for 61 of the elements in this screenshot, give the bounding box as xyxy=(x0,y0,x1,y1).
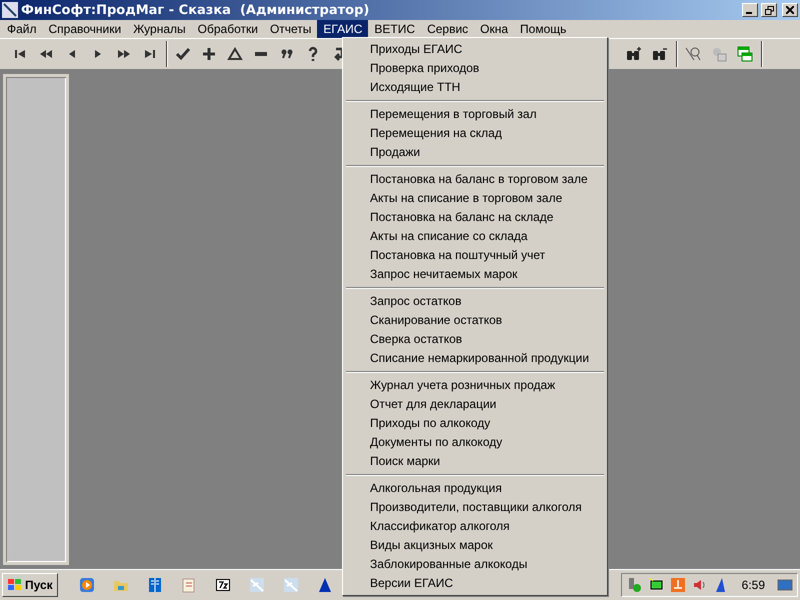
menu-item[interactable]: Продажи xyxy=(344,143,606,162)
menu-item[interactable]: Списание немаркированной продукции xyxy=(344,349,606,368)
menu-item[interactable]: Классификатор алкоголя xyxy=(344,517,606,536)
menu-item[interactable]: Отчеты xyxy=(264,20,318,38)
menu-item[interactable]: Запрос остатков xyxy=(344,292,606,311)
menu-item[interactable]: Алкогольная продукция xyxy=(344,479,606,498)
menu-item[interactable]: Сверка остатков xyxy=(344,330,606,349)
menu-item[interactable]: Поиск марки xyxy=(344,452,606,471)
windows-icon xyxy=(737,46,753,62)
menu-item[interactable]: Заблокированные алкокоды xyxy=(344,555,606,574)
menu-item[interactable]: Приходы ЕГАИС xyxy=(344,40,606,59)
triangle-icon xyxy=(227,46,243,62)
menu-item[interactable]: Файл xyxy=(1,20,43,38)
menu-item[interactable]: Сервис xyxy=(421,20,474,38)
menu-item[interactable]: Справочники xyxy=(42,20,128,38)
app-tray-icon xyxy=(670,577,686,593)
menu-item[interactable]: Постановка на баланс на складе xyxy=(344,208,606,227)
menu-item[interactable]: Сканирование остатков xyxy=(344,311,606,330)
binoculars-plus-icon xyxy=(626,46,642,62)
menu-item[interactable]: Акты на списание со склада xyxy=(344,227,606,246)
triangle-app-icon xyxy=(316,577,333,593)
menu-item[interactable]: Перемещения на склад xyxy=(344,124,606,143)
menu-item[interactable]: Окна xyxy=(474,20,514,38)
window-title: ФинСофт:ПродМаг - Сказка (Администратор) xyxy=(21,2,370,18)
menu-item[interactable]: Проверка приходов xyxy=(344,59,606,78)
start-button[interactable]: Пуск xyxy=(2,573,58,597)
menu-item[interactable]: Перемещения в торговый зал xyxy=(344,105,606,124)
restore-button[interactable] xyxy=(761,3,777,17)
menu-item[interactable]: Постановка на поштучный учет xyxy=(344,246,606,265)
binoculars-minus-icon xyxy=(652,46,668,62)
close-icon xyxy=(786,6,794,14)
menu-item[interactable]: Обработки xyxy=(192,20,264,38)
archive-icon xyxy=(214,577,231,593)
notepad-icon xyxy=(180,577,197,593)
menu-item[interactable]: ВЕТИС xyxy=(368,20,422,38)
menu-item[interactable]: ЕГАИС xyxy=(317,20,368,38)
minimize-button[interactable] xyxy=(742,3,758,17)
menu-item[interactable]: Постановка на баланс в торговом зале xyxy=(344,170,606,189)
menu-item[interactable]: Акты на списание в торговом зале xyxy=(344,189,606,208)
menu-item[interactable]: Приходы по алкокоду xyxy=(344,414,606,433)
windows-logo-icon xyxy=(7,577,23,593)
menu-item[interactable]: Документы по алкокоду xyxy=(344,433,606,452)
menu-item[interactable]: Запрос нечитаемых марок xyxy=(344,265,606,284)
menu-item[interactable]: Виды акцизных марок xyxy=(344,536,606,555)
close-button[interactable] xyxy=(782,3,798,17)
menu-item[interactable]: Отчет для декларации xyxy=(344,395,606,414)
plus-icon xyxy=(201,46,217,62)
menu-item[interactable]: Помощь xyxy=(514,20,572,38)
clock: 6:59 xyxy=(742,578,765,592)
checkmark-icon xyxy=(175,46,191,62)
media-player-icon xyxy=(78,577,95,593)
restore-icon xyxy=(764,6,774,14)
menu-item[interactable]: Производители, поставщики алкоголя xyxy=(344,498,606,517)
menu-item[interactable]: Журналы xyxy=(127,20,192,38)
menu-item[interactable]: Журнал учета розничных продаж xyxy=(344,376,606,395)
book-icon xyxy=(146,577,163,593)
app-icon xyxy=(2,2,18,18)
menu-item[interactable]: Версии ЕГАИС xyxy=(344,574,606,593)
magnifier-icon xyxy=(685,46,701,62)
desktop-icon xyxy=(777,577,793,593)
menu-item[interactable]: Исходящие ТТН xyxy=(344,78,606,97)
